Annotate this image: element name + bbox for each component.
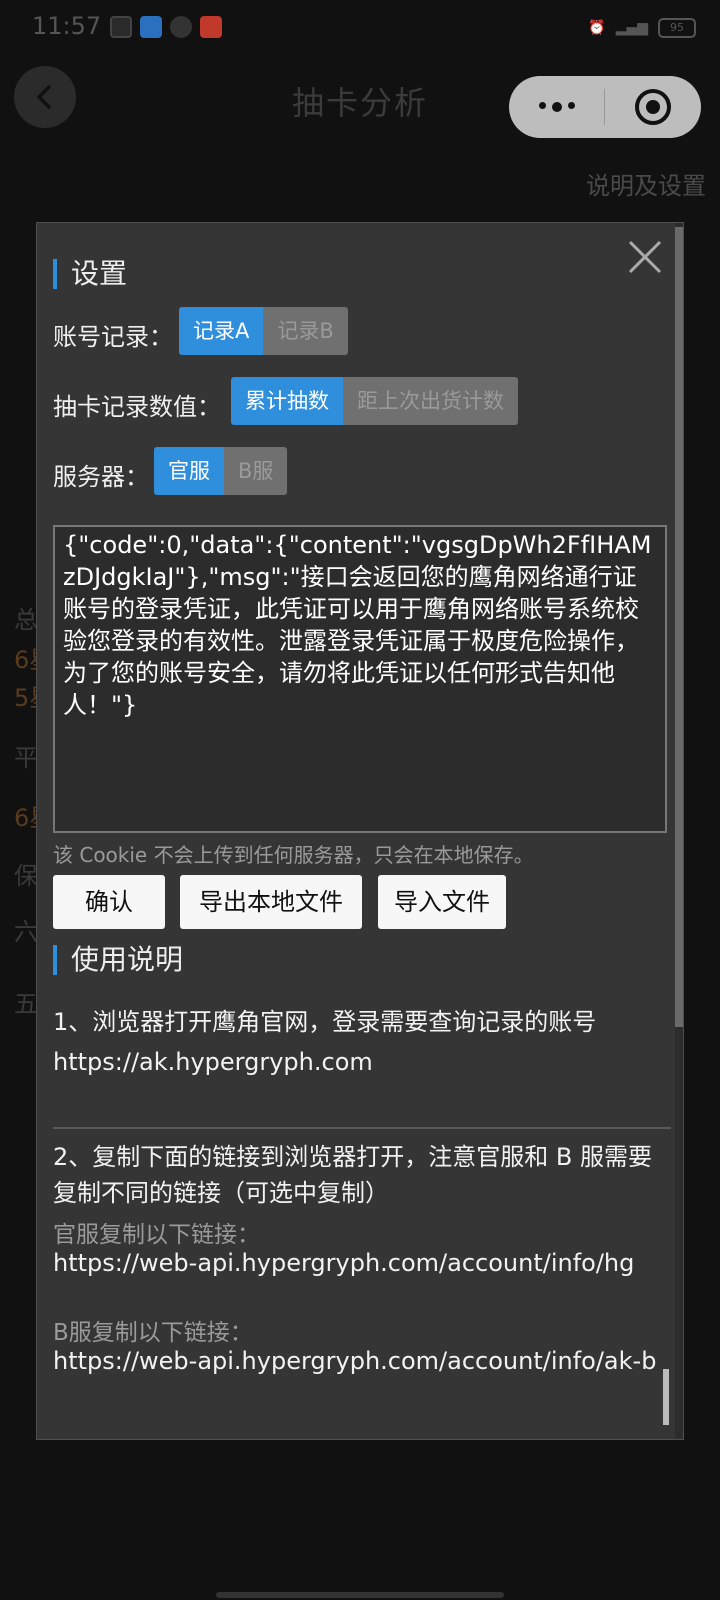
bg-text: 总 xyxy=(14,606,38,634)
account-option-a[interactable]: 记录A xyxy=(179,307,264,355)
close-icon xyxy=(628,240,662,274)
usage-title: 使用说明 xyxy=(53,945,183,975)
server-selector: 官服 B服 xyxy=(154,447,288,495)
step1-url[interactable]: https://ak.hypergryph.com xyxy=(53,1043,673,1081)
signal-icon: ▂▄▆ xyxy=(615,20,648,36)
battery-icon: 95 xyxy=(658,18,696,38)
record-value-label: 抽卡记录数值： xyxy=(53,393,221,421)
server-option-bili[interactable]: B服 xyxy=(224,447,288,495)
taobao-icon xyxy=(200,16,222,38)
step2-text: 2、复制下面的链接到浏览器打开，注意官服和 B 服需要复制不同的链接（可选中复制… xyxy=(53,1143,652,1207)
alarm-icon: ⏰ xyxy=(588,20,606,36)
notification-icon xyxy=(110,16,132,38)
bili-link[interactable]: https://web-api.hypergryph.com/account/i… xyxy=(53,1345,673,1377)
record-value-selector: 累计抽数 距上次出货计数 xyxy=(231,377,518,425)
cookie-input[interactable]: {"code":0,"data":{"content":"vgsgDpWh2Ff… xyxy=(53,525,667,833)
server-option-official[interactable]: 官服 xyxy=(154,447,224,495)
scrollbar-thumb[interactable] xyxy=(675,227,683,1027)
mini-program-capsule xyxy=(509,76,701,138)
official-link[interactable]: https://web-api.hypergryph.com/account/i… xyxy=(53,1247,673,1279)
export-file-button[interactable]: 导出本地文件 xyxy=(180,875,362,929)
app-icon xyxy=(140,16,162,38)
leaf-icon xyxy=(170,16,192,38)
official-link-label: 官服复制以下链接： xyxy=(53,1222,260,1248)
bg-text: 五 xyxy=(14,990,38,1018)
status-time: 11:57 xyxy=(32,12,102,40)
settings-title: 设置 xyxy=(53,259,127,289)
account-selector: 记录A 记录B xyxy=(179,307,348,355)
confirm-button[interactable]: 确认 xyxy=(53,875,165,929)
bg-text: 六 xyxy=(14,918,38,946)
close-program-icon[interactable] xyxy=(605,88,700,126)
account-option-b[interactable]: 记录B xyxy=(263,307,348,355)
option-since-last[interactable]: 距上次出货计数 xyxy=(343,377,518,425)
bili-link-label: B服复制以下链接： xyxy=(53,1320,253,1346)
text-scrollbar[interactable] xyxy=(663,1369,669,1425)
step1-text: 1、浏览器打开鹰角官网，登录需要查询记录的账号 xyxy=(53,1008,597,1036)
status-bar: 11:57 ⏰ ▂▄▆ 95 xyxy=(0,0,720,56)
bg-text: 平 xyxy=(14,744,38,772)
import-file-button[interactable]: 导入文件 xyxy=(378,875,506,929)
server-label: 服务器： xyxy=(53,463,149,491)
option-total-pulls[interactable]: 累计抽数 xyxy=(231,377,343,425)
home-indicator[interactable] xyxy=(216,1592,504,1598)
divider xyxy=(53,1127,671,1129)
cookie-hint: 该 Cookie 不会上传到任何服务器，只会在本地保存。 xyxy=(53,843,534,867)
account-label: 账号记录： xyxy=(53,323,173,351)
explain-settings-link[interactable]: 说明及设置 xyxy=(586,166,706,201)
close-button[interactable] xyxy=(625,237,665,277)
more-icon[interactable] xyxy=(509,102,604,112)
settings-modal: 设置 账号记录： 记录A 记录B 抽卡记录数值： 累计抽数 距上次出货计数 服务… xyxy=(36,222,684,1440)
bg-text: 保 xyxy=(14,862,38,890)
